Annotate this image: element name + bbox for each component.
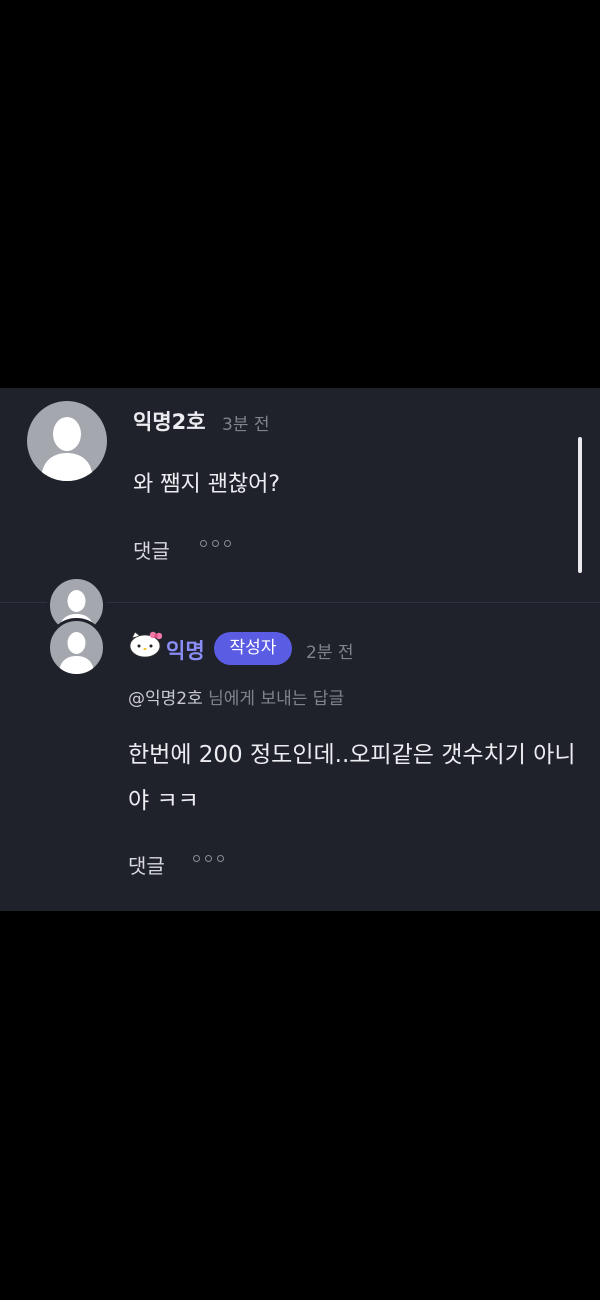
comment-author[interactable]: 익명2호 xyxy=(133,406,206,436)
more-dots-icon[interactable] xyxy=(193,855,224,862)
mention-suffix: 님에게 보내는 답글 xyxy=(202,689,345,709)
more-dots-icon[interactable] xyxy=(200,540,231,547)
default-profile-icon xyxy=(41,417,93,481)
comment-body: 와 쨈지 괜찮어? xyxy=(133,472,281,497)
author-badge: 작성자 xyxy=(214,632,292,665)
comment-timestamp: 2분 전 xyxy=(306,643,354,663)
hello-kitty-icon xyxy=(129,631,162,658)
default-profile-icon xyxy=(59,632,94,674)
reply-mention: @익명2호 님에게 보내는 답글 xyxy=(128,684,344,709)
scrollbar[interactable] xyxy=(578,437,582,573)
comment-timestamp: 3분 전 xyxy=(222,415,270,435)
reply-button[interactable]: 댓글 xyxy=(133,535,170,564)
reply-button[interactable]: 댓글 xyxy=(128,850,165,879)
avatar[interactable] xyxy=(47,618,106,677)
avatar[interactable] xyxy=(27,401,107,481)
comment-body: 한번에 200 정도인데..오피같은 갯수치기 아니야 ㅋㅋ xyxy=(128,742,576,814)
mention-user[interactable]: @익명2호 xyxy=(128,689,203,709)
comment-author[interactable]: 익명 xyxy=(166,635,205,665)
